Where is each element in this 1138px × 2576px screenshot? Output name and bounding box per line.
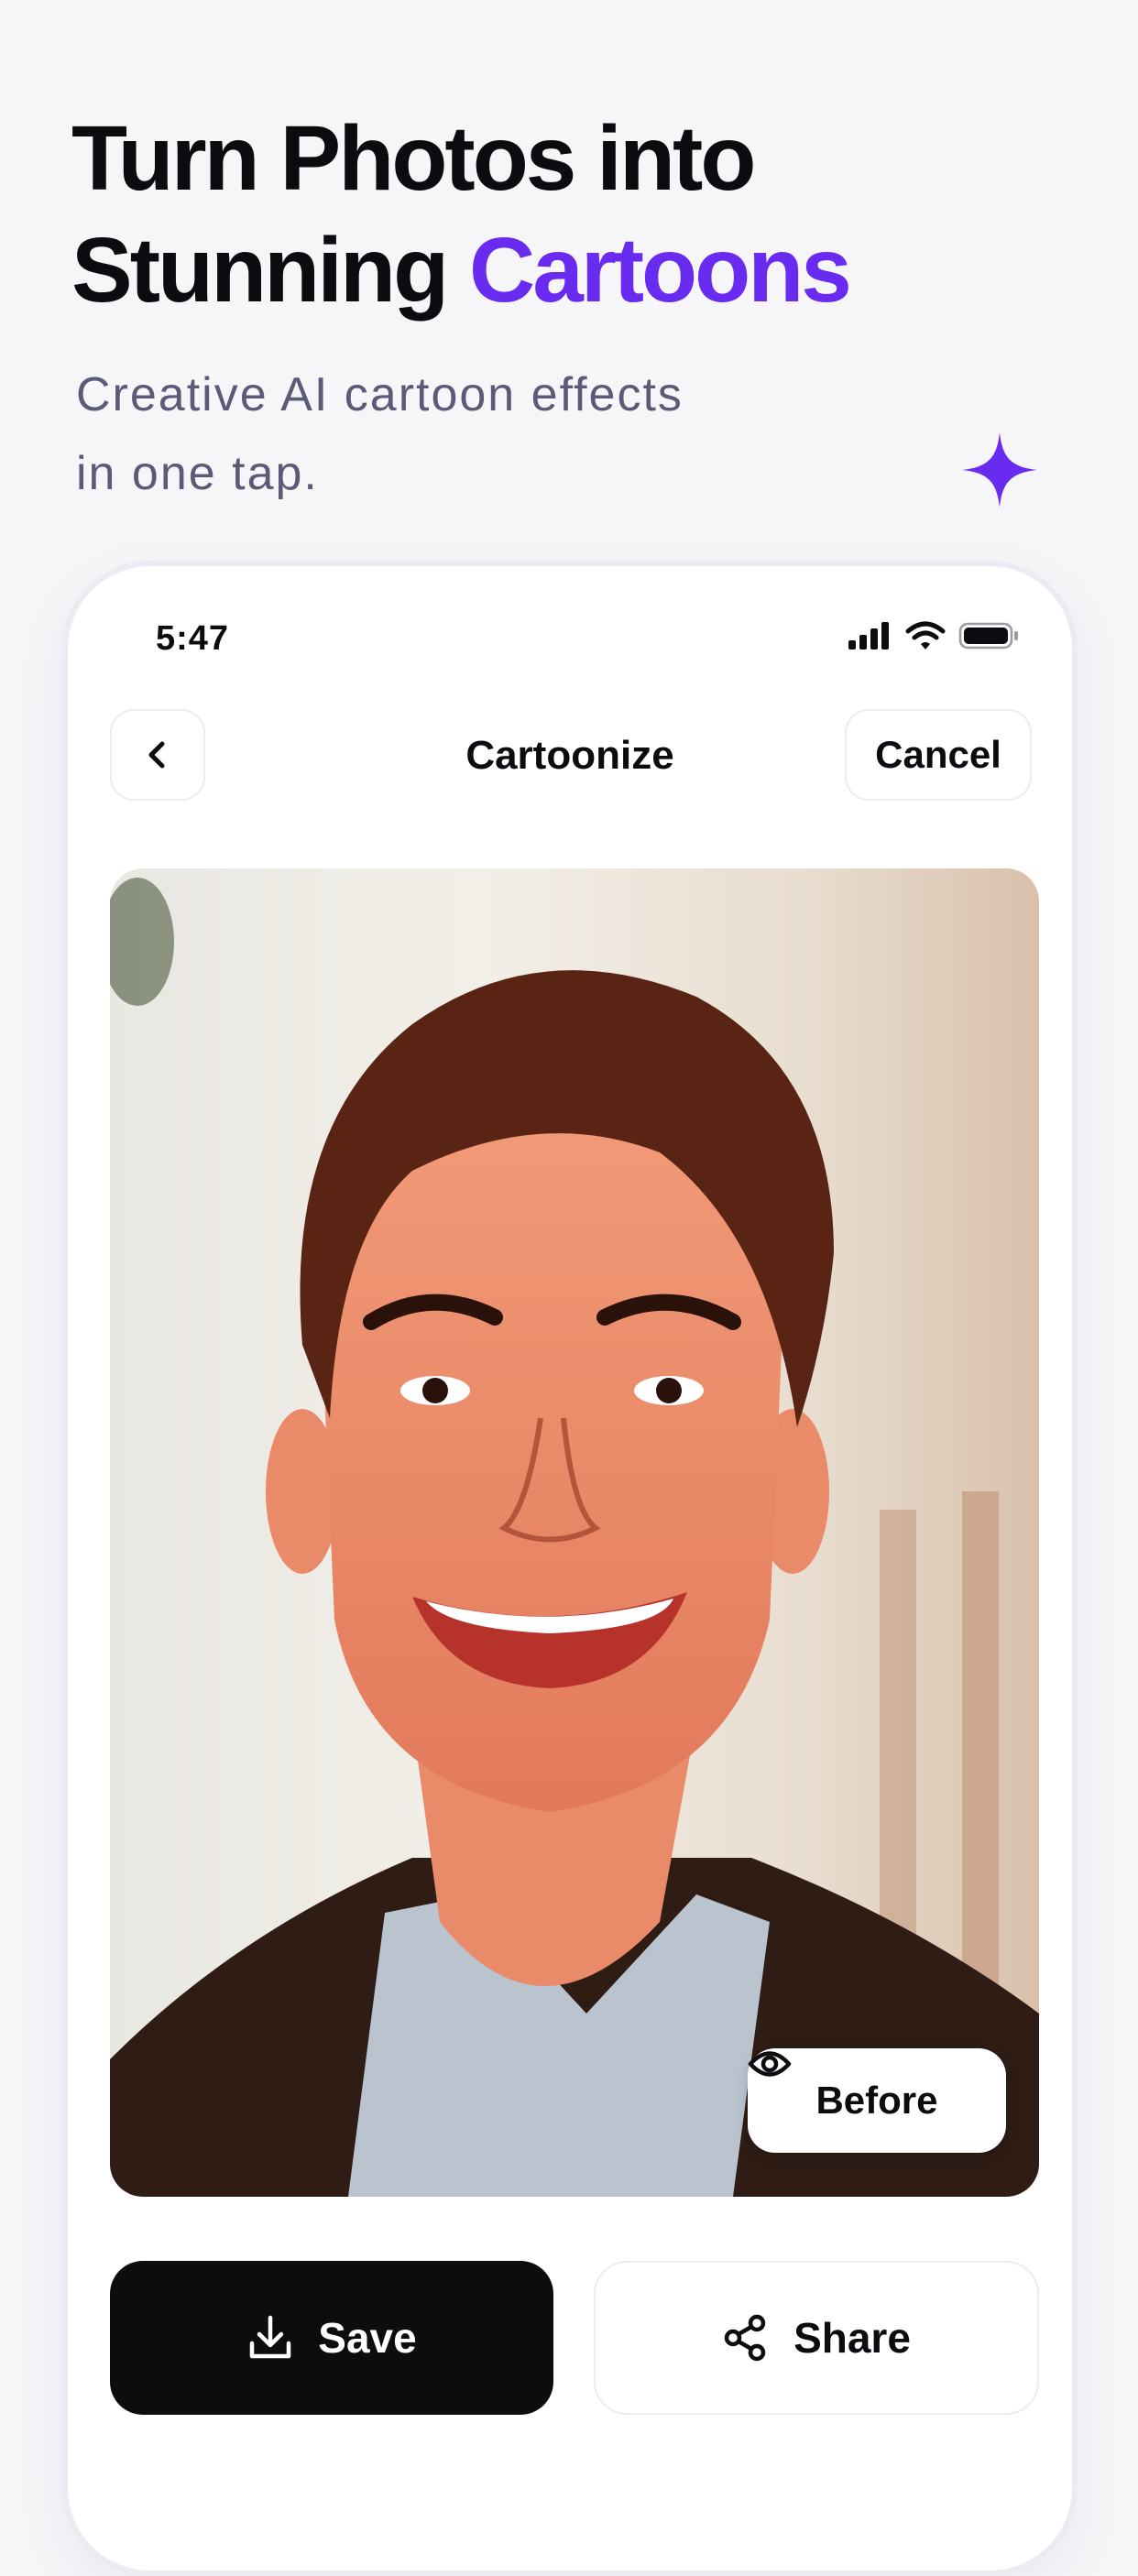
status-bar: 5:47	[68, 566, 1072, 667]
wifi-icon	[905, 621, 946, 649]
hero-title: Turn Photos into Stunning Cartoons	[71, 103, 1079, 326]
sparkle-icon	[962, 432, 1037, 508]
before-label: Before	[815, 2079, 938, 2122]
hero-title-line2: Stunning	[71, 219, 469, 322]
save-button[interactable]: Save	[110, 2261, 553, 2415]
cellular-signal-icon	[848, 622, 889, 649]
hero-subtitle: Creative AI cartoon effects in one tap.	[76, 355, 772, 513]
save-label: Save	[318, 2314, 417, 2362]
hero-subtitle-line2: in one tap.	[76, 447, 319, 500]
hero-title-accent: Cartoons	[469, 219, 852, 322]
hero-title-line1: Turn Photos into	[71, 107, 756, 210]
cartoon-preview-image: Before	[110, 868, 1039, 2197]
before-toggle-button[interactable]: Before	[748, 2048, 1006, 2153]
navbar: Cartoonize Cancel	[68, 709, 1072, 804]
action-bar: Save Share	[110, 2261, 1039, 2417]
cartoon-portrait	[110, 878, 1039, 2197]
status-icons	[847, 621, 1019, 650]
battery-icon	[958, 622, 1018, 649]
share-button[interactable]: Share	[594, 2261, 1039, 2415]
share-label: Share	[793, 2314, 911, 2362]
eye-icon	[748, 2051, 792, 2077]
share-icon	[724, 2314, 766, 2362]
phone-mockup: 5:47 Cartoonize Cancel Before Save Share	[62, 561, 1078, 2576]
download-icon	[250, 2315, 291, 2359]
status-time: 5:47	[156, 619, 230, 658]
cancel-button[interactable]: Cancel	[845, 709, 1032, 801]
hero-subtitle-line1: Creative AI cartoon effects	[76, 368, 684, 421]
